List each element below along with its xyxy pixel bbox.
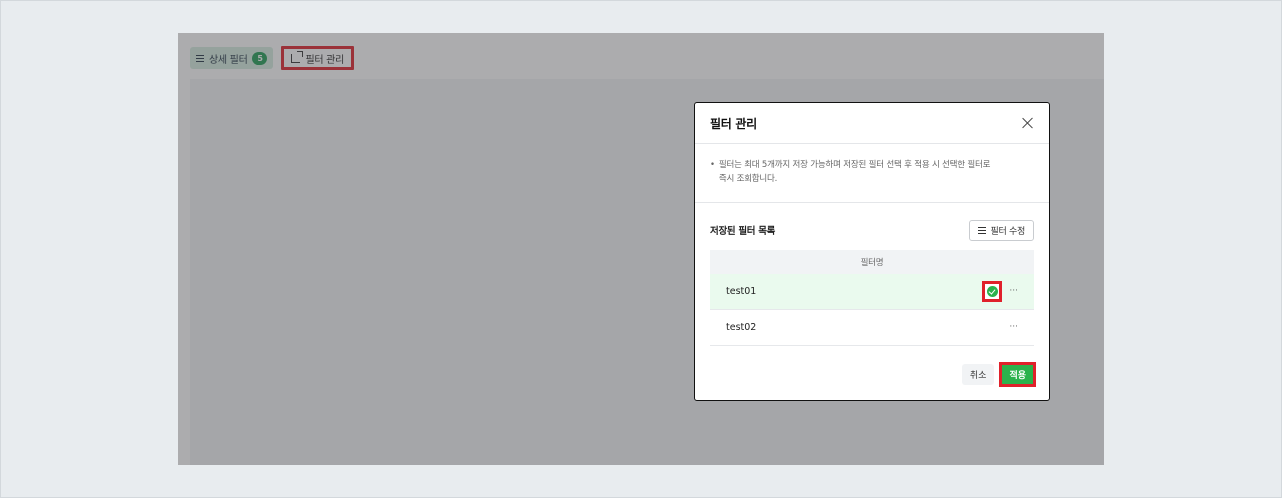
apply-label: 적용: [1009, 371, 1026, 381]
saved-filter-table: 필터명 test01 ··· test02 ···: [710, 250, 1034, 346]
apply-button[interactable]: 적용: [1002, 365, 1033, 384]
app-canvas: 상세 필터 5 필터 관리 필터 관리 • 필터는 최대 5개까지 저장 가능하…: [178, 33, 1104, 465]
notice-line-2: 즉시 조회합니다.: [718, 174, 778, 184]
check-circle-icon: [986, 286, 998, 297]
section-title: 저장된 필터 목록: [710, 226, 776, 237]
more-icon[interactable]: ···: [1009, 323, 1018, 332]
apply-button-highlight: 적용: [999, 362, 1036, 387]
edit-filter-button[interactable]: 필터 수정: [968, 219, 1034, 241]
modal-title: 필터 관리: [710, 116, 757, 131]
cancel-button[interactable]: 취소: [961, 364, 995, 385]
modal-footer: 취소 적용: [961, 362, 1036, 387]
list-icon: [977, 226, 986, 234]
row-actions: ···: [982, 281, 1018, 302]
close-icon[interactable]: [1022, 117, 1034, 129]
more-icon[interactable]: ···: [1009, 287, 1018, 296]
notice-line-1: 필터는 최대 5개까지 저장 가능하며 저장된 필터 선택 후 적용 시 선택한…: [718, 160, 991, 170]
notice-bullet: •: [710, 160, 715, 170]
selected-check[interactable]: [982, 281, 1003, 302]
filter-name: test02: [726, 322, 757, 333]
row-actions: ···: [1009, 323, 1018, 332]
notice-body: 필터는 최대 5개까지 저장 가능하며 저장된 필터 선택 후 적용 시 선택한…: [718, 158, 991, 188]
modal-header: 필터 관리: [695, 103, 1049, 144]
notice-text: • 필터는 최대 5개까지 저장 가능하며 저장된 필터 선택 후 적용 시 선…: [695, 144, 1049, 203]
table-row[interactable]: test01 ···: [710, 274, 1034, 310]
column-header-filter-name: 필터명: [860, 258, 884, 268]
saved-filter-section-header: 저장된 필터 목록 필터 수정: [695, 219, 1049, 241]
edit-filter-label: 필터 수정: [990, 226, 1026, 237]
table-row[interactable]: test02 ···: [710, 310, 1034, 346]
filter-name: test01: [726, 286, 757, 297]
cancel-label: 취소: [969, 371, 987, 381]
table-header: 필터명: [710, 250, 1034, 274]
filter-manage-modal: 필터 관리 • 필터는 최대 5개까지 저장 가능하며 저장된 필터 선택 후 …: [694, 102, 1050, 401]
